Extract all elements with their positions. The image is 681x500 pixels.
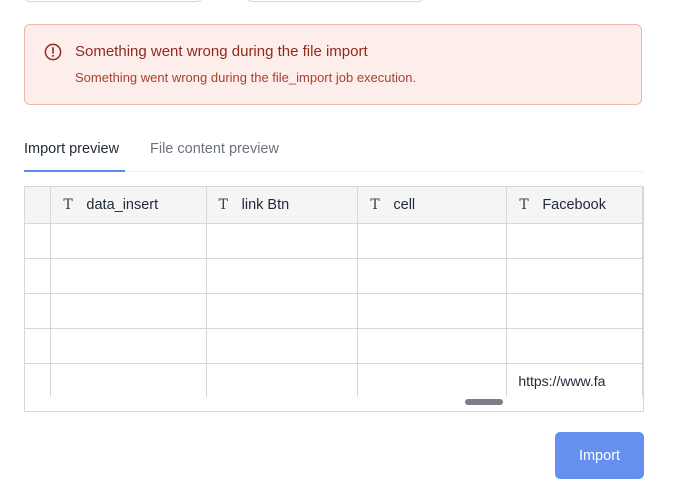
alert-title: Something went wrong during the file imp… <box>75 43 368 60</box>
column-header-link-btn[interactable]: T link Btn <box>206 187 359 224</box>
tab-import-preview[interactable]: Import preview <box>24 141 119 157</box>
error-alert: Something went wrong during the file imp… <box>24 24 642 105</box>
column-header-facebook[interactable]: T Facebook <box>506 187 643 224</box>
import-page: Something went wrong during the file imp… <box>0 0 681 500</box>
column-header-label: cell <box>393 196 416 213</box>
row-index-cell <box>25 328 52 364</box>
table-cell[interactable] <box>50 293 207 329</box>
column-header-label: link Btn <box>241 196 290 213</box>
table-cell[interactable] <box>50 258 207 294</box>
column-header-label: data_insert <box>86 196 159 213</box>
table-cell[interactable] <box>506 328 643 364</box>
import-button[interactable]: Import <box>555 432 644 479</box>
table-cell[interactable] <box>50 223 207 259</box>
table-cell[interactable] <box>206 258 359 294</box>
alert-message: Something went wrong during the file_imp… <box>75 70 417 85</box>
scrollbar-thumb[interactable] <box>465 399 503 405</box>
preview-tabs: Import preview File content preview <box>24 130 644 172</box>
table-cell[interactable] <box>357 258 508 294</box>
row-index-cell <box>25 363 52 399</box>
text-type-icon: T <box>63 196 73 213</box>
tab-file-content-preview[interactable]: File content preview <box>150 141 279 157</box>
table-row: https://www.fa <box>25 363 643 399</box>
column-header-label: Facebook <box>542 196 606 213</box>
table-cell[interactable] <box>357 293 508 329</box>
table-cell[interactable] <box>50 363 207 399</box>
active-tab-indicator <box>24 170 125 172</box>
preview-table: T data_insert T link Btn T cell T Facebo… <box>25 187 643 399</box>
top-field-left[interactable] <box>24 0 203 2</box>
table-cell[interactable]: https://www.fa <box>506 363 643 399</box>
table-row <box>25 293 643 329</box>
row-index-cell <box>25 293 52 329</box>
table-cell[interactable] <box>206 223 359 259</box>
table-row <box>25 223 643 259</box>
text-type-icon: T <box>519 196 529 213</box>
table-cell[interactable] <box>506 293 643 329</box>
table-cell[interactable] <box>506 223 643 259</box>
table-cell[interactable] <box>206 293 359 329</box>
column-header-data-insert[interactable]: T data_insert <box>50 187 207 224</box>
table-cell[interactable] <box>357 363 508 399</box>
table-header-row: T data_insert T link Btn T cell T Facebo… <box>25 187 643 224</box>
table-cell[interactable] <box>50 328 207 364</box>
table-cell[interactable] <box>357 223 508 259</box>
column-header-cell[interactable]: T cell <box>357 187 508 224</box>
table-row <box>25 328 643 364</box>
table-cell[interactable] <box>206 328 359 364</box>
row-index-cell <box>25 258 52 294</box>
horizontal-scrollbar[interactable] <box>25 397 643 411</box>
row-index-cell <box>25 223 52 259</box>
import-preview-table: T data_insert T link Btn T cell T Facebo… <box>24 186 644 412</box>
row-index-header <box>25 187 52 224</box>
table-cell[interactable] <box>506 258 643 294</box>
table-cell[interactable] <box>357 328 508 364</box>
text-type-icon: T <box>370 196 380 213</box>
text-type-icon: T <box>218 196 228 213</box>
table-cell[interactable] <box>206 363 359 399</box>
table-row <box>25 258 643 294</box>
alert-circle-icon <box>44 43 62 61</box>
top-field-right[interactable] <box>246 0 424 2</box>
